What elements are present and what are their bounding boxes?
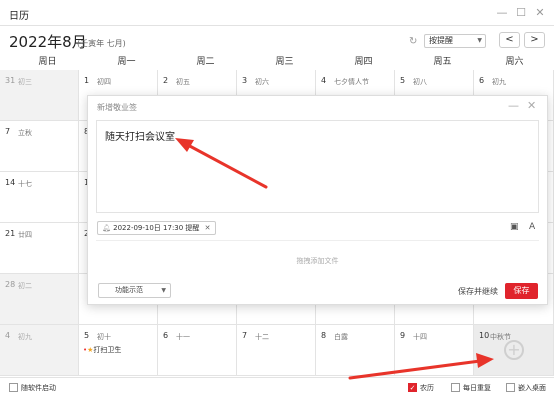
lunar-date: 十七	[18, 180, 32, 188]
auto-start-checkbox[interactable]	[9, 383, 18, 392]
add-note-icon[interactable]: +	[504, 340, 524, 360]
close-icon[interactable]: ✕	[533, 6, 547, 20]
footer-bar: 随软件启动 ✓ 农历 每日重复 嵌入桌面	[0, 377, 554, 397]
remind-tag[interactable]: 🔔︎ 2022-09-10日 17:30 提醒 ✕	[97, 221, 216, 235]
day-number: 31	[5, 76, 16, 85]
day-number: 1	[84, 76, 90, 85]
day-number: 9	[400, 331, 406, 340]
refresh-icon[interactable]: ↻	[409, 36, 417, 47]
weekday-sun: 周日	[38, 57, 57, 67]
embed-desktop-checkbox[interactable]	[506, 383, 515, 392]
drop-hint: 拖拽添加文件	[296, 257, 339, 265]
day-cell[interactable]: 21 廿四	[0, 223, 79, 274]
save-button[interactable]: 保存	[505, 283, 538, 299]
lunar-date: 初四	[97, 78, 111, 86]
daily-repeat-label: 每日重复	[463, 384, 491, 392]
day-number: 5	[400, 76, 406, 85]
lunar-date: 初九	[492, 78, 506, 86]
weekday-mon: 周一	[117, 57, 136, 67]
chevron-down-icon: ▼	[161, 287, 166, 294]
day-number: 6	[479, 76, 485, 85]
file-drop-zone[interactable]: 拖拽添加文件	[96, 240, 539, 277]
minimize-icon[interactable]: —	[508, 99, 519, 112]
lunar-date: 十一	[176, 333, 190, 341]
day-cell[interactable]: 7 十二	[237, 325, 316, 376]
event-text: 打扫卫生	[93, 346, 122, 354]
chevron-down-icon: ▼	[477, 37, 482, 44]
title-bar: 日历 — ☐ ✕	[0, 0, 554, 26]
day-cell[interactable]: 4 初九	[0, 325, 79, 376]
lunar-date: 初三	[18, 78, 32, 86]
weekday-tue: 周二	[196, 57, 215, 67]
prev-month-button[interactable]: <	[499, 32, 520, 48]
lunar-date: 立秋	[18, 129, 32, 137]
remind-filter-select[interactable]: 按提醒 ▼	[424, 34, 486, 48]
lunar-checkbox[interactable]: ✓	[408, 383, 417, 392]
day-number: 2	[163, 76, 169, 85]
day-cell[interactable]: 5 初十 •★打扫卫生	[79, 325, 158, 376]
note-text: 随天打扫会议室	[105, 132, 175, 143]
lunar-date: 十四	[413, 333, 427, 341]
remind-tag-text: 2022-09-10日 17:30 提醒	[113, 224, 200, 232]
lunar-date: 初十	[97, 333, 111, 341]
day-number: 14	[5, 178, 16, 187]
day-cell[interactable]: 28 初二	[0, 274, 79, 325]
dialog-title: 新增敬业签	[97, 103, 137, 112]
day-number: 4	[321, 76, 327, 85]
day-cell[interactable]: 31 初三	[0, 70, 79, 121]
day-cell[interactable]: 8 白露	[316, 325, 395, 376]
save-continue-button[interactable]: 保存并继续	[458, 286, 498, 297]
attachment-icon[interactable]: ▣	[510, 222, 519, 232]
lunar-date: 初九	[18, 333, 32, 341]
weekday-header-row: 周日 周一 周二 周三 周四 周五 周六	[0, 54, 554, 70]
day-number: 10	[479, 331, 490, 340]
next-month-button[interactable]: >	[524, 32, 545, 48]
remove-remind-icon[interactable]: ✕	[205, 224, 211, 232]
lunar-date: 初八	[413, 78, 427, 86]
lunar-date: 十二	[255, 333, 269, 341]
function-select-value: 功能示范	[115, 286, 143, 294]
embed-desktop-label: 嵌入桌面	[518, 384, 546, 392]
lunar-year-label: (壬寅年 七月)	[77, 39, 126, 48]
auto-start-label: 随软件启动	[21, 384, 56, 392]
lunar-label: 农历	[420, 384, 434, 392]
lunar-date: 初二	[18, 282, 32, 290]
lunar-date: 初六	[255, 78, 269, 86]
maximize-icon[interactable]: ☐	[514, 6, 528, 20]
daily-repeat-checkbox[interactable]	[451, 383, 460, 392]
weekday-thu: 周四	[354, 57, 373, 67]
day-number: 7	[242, 331, 248, 340]
text-format-icon[interactable]: A	[529, 222, 535, 232]
day-number: 8	[321, 331, 327, 340]
function-select[interactable]: 功能示范 ▼	[98, 283, 171, 298]
remind-filter-value: 按提醒	[429, 36, 453, 45]
day-number: 4	[5, 331, 11, 340]
note-textarea[interactable]: 随天打扫会议室	[96, 120, 539, 213]
day-number: 7	[5, 127, 11, 136]
new-note-dialog: 新增敬业签 — ✕ 随天打扫会议室 🔔︎ 2022-09-10日 17:30 提…	[87, 95, 548, 305]
weekday-fri: 周五	[433, 57, 452, 67]
lunar-date: 七夕情人节	[334, 78, 369, 86]
lunar-date: 初五	[176, 78, 190, 86]
window-title: 日历	[9, 11, 29, 22]
day-cell[interactable]: 6 十一	[158, 325, 237, 376]
day-cell[interactable]: 7 立秋	[0, 121, 79, 172]
day-number: 5	[84, 331, 90, 340]
minimize-icon[interactable]: —	[495, 6, 509, 20]
day-number: 3	[242, 76, 248, 85]
day-cell[interactable]: 14 十七	[0, 172, 79, 223]
bell-icon: 🔔︎	[102, 224, 111, 232]
lunar-date: 廿四	[18, 231, 32, 239]
weekday-wed: 周三	[275, 57, 294, 67]
month-title: 2022年8月	[9, 33, 87, 51]
weekday-sat: 周六	[505, 57, 524, 67]
calendar-header: 2022年8月 (壬寅年 七月) ↻ 按提醒 ▼ < >	[0, 27, 554, 53]
day-number: 6	[163, 331, 169, 340]
lunar-date: 白露	[334, 333, 348, 341]
day-cell[interactable]: 9 十四	[395, 325, 474, 376]
day-number: 21	[5, 229, 16, 238]
event-item[interactable]: •★打扫卫生	[83, 345, 121, 355]
close-icon[interactable]: ✕	[527, 99, 536, 112]
day-number: 28	[5, 280, 16, 289]
